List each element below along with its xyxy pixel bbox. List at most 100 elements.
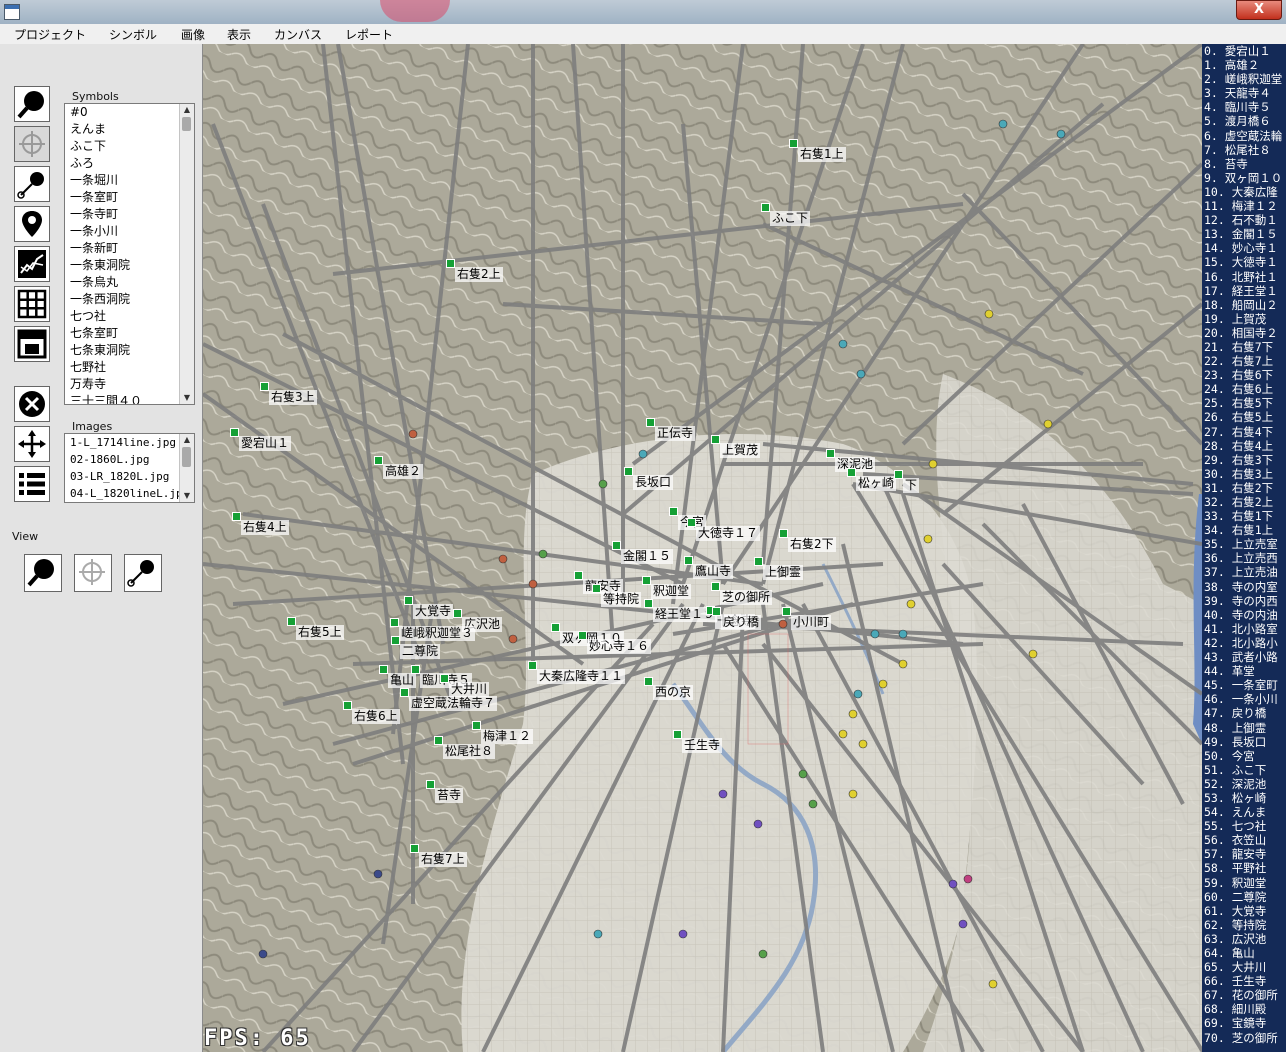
symbol-list-item[interactable]: 三十三間４０ <box>65 393 194 404</box>
map-symbol-label[interactable]: 大覚寺 <box>413 604 454 619</box>
symbol-flag-icon[interactable] <box>592 584 601 593</box>
map-pin-icon[interactable] <box>1028 649 1038 659</box>
map-pin-icon[interactable] <box>593 929 603 939</box>
symbol-list-item[interactable]: ふろ <box>65 155 194 172</box>
map-symbol-label[interactable]: 鷹山寺 <box>693 564 734 579</box>
symbol-flag-icon[interactable] <box>761 203 770 212</box>
map-pin-icon[interactable] <box>878 679 888 689</box>
symbol-flag-icon[interactable] <box>434 736 443 745</box>
image-list-item[interactable]: 04-L_1820lineL.jpg <box>65 485 194 502</box>
symbol-flag-icon[interactable] <box>687 518 696 527</box>
symbol-index-item[interactable]: 25. 右隻5下 <box>1202 396 1286 410</box>
symbol-flag-icon[interactable] <box>379 665 388 674</box>
map-pin-icon[interactable] <box>848 709 858 719</box>
map-pin-icon[interactable] <box>538 549 548 559</box>
symbol-index-item[interactable]: 66. 壬生寺 <box>1202 974 1286 988</box>
symbol-index-item[interactable]: 23. 右隻6下 <box>1202 368 1286 382</box>
map-pin-icon[interactable] <box>808 799 818 809</box>
symbol-list-item[interactable]: 一条東洞院 <box>65 257 194 274</box>
symbol-index-item[interactable]: 56. 衣笠山 <box>1202 833 1286 847</box>
symbol-index-item[interactable]: 13. 金閣１５ <box>1202 227 1286 241</box>
symbol-index-item[interactable]: 24. 右隻6上 <box>1202 382 1286 396</box>
map-pin-icon[interactable] <box>948 879 958 889</box>
map-symbol-label[interactable]: 右隻6上 <box>352 709 400 724</box>
symbol-index-item[interactable]: 50. 今宮 <box>1202 749 1286 763</box>
symbol-index-item[interactable]: 7. 松尾社８ <box>1202 143 1286 157</box>
map-symbol-label[interactable]: 右隻2上 <box>455 267 503 282</box>
map-pin-icon[interactable] <box>838 729 848 739</box>
map-pin-icon[interactable] <box>798 769 808 779</box>
map-symbol-label[interactable]: 二尊院 <box>400 644 441 659</box>
map-pin-icon[interactable] <box>498 554 508 564</box>
symbol-list-item[interactable]: 一条西洞院 <box>65 291 194 308</box>
symbol-index-item[interactable]: 4. 臨川寺５ <box>1202 100 1286 114</box>
symbol-index-item[interactable]: 65. 大井川 <box>1202 960 1286 974</box>
symbol-index-item[interactable]: 21. 右隻7下 <box>1202 340 1286 354</box>
map-pin-icon[interactable] <box>856 369 866 379</box>
symbol-flag-icon[interactable] <box>711 582 720 591</box>
map-pin-icon[interactable] <box>958 919 968 929</box>
image-list-item[interactable]: 02-1860L.jpg <box>65 451 194 468</box>
map-pin-icon[interactable] <box>638 449 648 459</box>
symbol-flag-icon[interactable] <box>411 665 420 674</box>
symbol-index-item[interactable]: 59. 釈迦堂 <box>1202 876 1286 890</box>
image-list-item[interactable]: 03-LR_1820L.jpg <box>65 468 194 485</box>
symbol-index-item[interactable]: 49. 長坂口 <box>1202 735 1286 749</box>
symbol-index-item[interactable]: 37. 上立売油 <box>1202 565 1286 579</box>
map-pin-icon[interactable] <box>998 119 1008 129</box>
symbol-list-item[interactable]: 一条新町 <box>65 240 194 257</box>
symbol-index-item[interactable]: 58. 平野社 <box>1202 861 1286 875</box>
symbol-flag-icon[interactable] <box>669 507 678 516</box>
symbol-flag-icon[interactable] <box>410 844 419 853</box>
map-symbol-label[interactable]: 梅津１２ <box>481 729 534 744</box>
zoom-tool-button[interactable] <box>14 86 50 122</box>
map-pin-icon[interactable] <box>753 819 763 829</box>
view-zoom-button[interactable] <box>24 554 62 592</box>
symbol-index-item[interactable]: 36. 上立売西 <box>1202 551 1286 565</box>
symbol-flag-icon[interactable] <box>230 428 239 437</box>
menu-report[interactable]: レポート <box>345 26 393 43</box>
symbol-index-item[interactable]: 6. 虚空蔵法輪 <box>1202 129 1286 143</box>
map-symbol-label[interactable]: 右隻3上 <box>269 390 317 405</box>
symbol-flag-icon[interactable] <box>644 599 653 608</box>
symbol-index-item[interactable]: 28. 右隻4上 <box>1202 439 1286 453</box>
map-symbol-label[interactable]: 虚空蔵法輪寺７ <box>409 696 498 711</box>
map-symbol-label[interactable]: 亀山 <box>388 673 417 688</box>
map-pin-icon[interactable] <box>988 979 998 989</box>
symbol-list-item[interactable]: 一条小川 <box>65 223 194 240</box>
symbol-index-item[interactable]: 22. 右隻7上 <box>1202 354 1286 368</box>
map-symbol-label[interactable]: 大徳寺１７ <box>696 526 761 541</box>
scroll-down-icon[interactable]: ▼ <box>180 392 194 404</box>
symbol-flag-icon[interactable] <box>646 418 655 427</box>
map-symbol-label[interactable]: 小川町 <box>791 615 832 630</box>
symbol-index-item[interactable]: 10. 大秦広隆 <box>1202 185 1286 199</box>
map-pin-icon[interactable] <box>258 949 268 959</box>
map-symbol-label[interactable]: 右隻5上 <box>296 625 344 640</box>
map-symbol-label[interactable]: 松尾社８ <box>443 744 496 759</box>
map-pin-icon[interactable] <box>898 659 908 669</box>
map-pin-icon[interactable] <box>898 629 908 639</box>
symbol-flag-icon[interactable] <box>232 512 241 521</box>
map-symbol-label[interactable]: 松ヶ崎 <box>856 476 897 491</box>
map-symbol-label[interactable]: 正伝寺 <box>655 426 696 441</box>
symbol-index-item[interactable]: 40. 寺の内油 <box>1202 608 1286 622</box>
map-pin-icon[interactable] <box>508 634 518 644</box>
map-pin-icon[interactable] <box>923 534 933 544</box>
symbol-flag-icon[interactable] <box>260 382 269 391</box>
symbol-flag-icon[interactable] <box>404 596 413 605</box>
symbol-index-item[interactable]: 63. 広沢池 <box>1202 932 1286 946</box>
map-pin-icon[interactable] <box>758 949 768 959</box>
symbol-flag-icon[interactable] <box>343 701 352 710</box>
symbol-list-item[interactable]: 一条室町 <box>65 189 194 206</box>
symbol-index-item[interactable]: 38. 寺の内室 <box>1202 580 1286 594</box>
map-symbol-label[interactable]: 右隻4上 <box>241 520 289 535</box>
map-pin-icon[interactable] <box>984 309 994 319</box>
map-pin-icon[interactable] <box>858 739 868 749</box>
scroll-up-icon[interactable]: ▲ <box>180 104 194 116</box>
menu-view[interactable]: 表示 <box>227 26 251 43</box>
symbol-flag-icon[interactable] <box>391 636 400 645</box>
symbol-index-item[interactable]: 31. 右隻2下 <box>1202 481 1286 495</box>
map-pin-icon[interactable] <box>678 929 688 939</box>
symbol-index-item[interactable]: 51. ふこ下 <box>1202 763 1286 777</box>
symbol-list-item[interactable]: #0 <box>65 104 194 121</box>
